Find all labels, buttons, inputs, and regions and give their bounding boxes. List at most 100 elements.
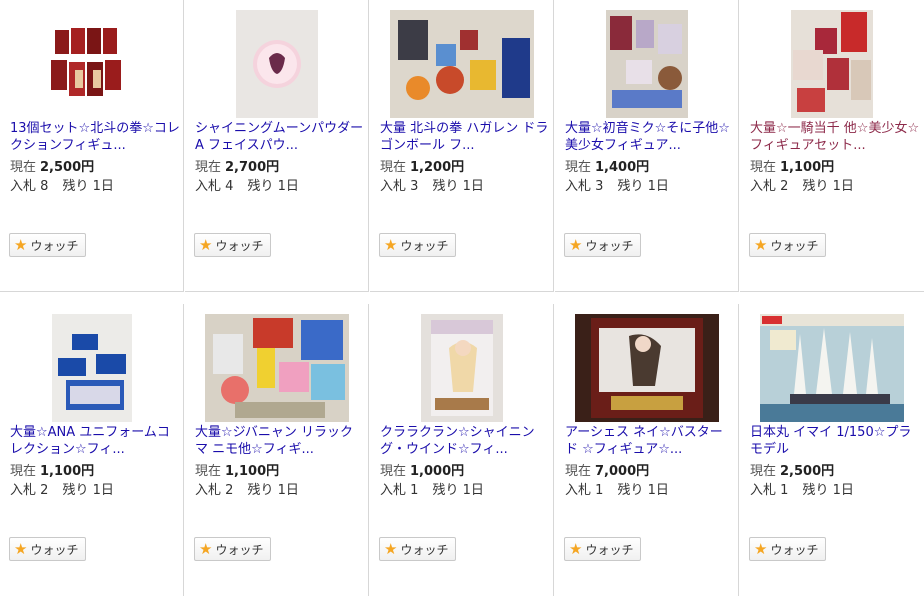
item-title-link[interactable]: 大量☆初音ミク☆そに子他☆美少女フィギュア... xyxy=(565,120,735,154)
item-photo-compact-powder xyxy=(236,10,318,118)
item-photo-figure-boxes xyxy=(49,10,135,118)
bids-label: 入札 xyxy=(565,483,592,498)
bid-count: 1 xyxy=(410,483,419,498)
bids-label: 入札 xyxy=(380,179,407,194)
item-photo-uniform-collection xyxy=(52,314,132,422)
bid-info-row: 入札 8 残り 1日 xyxy=(10,175,114,194)
current-price-label: 現在 xyxy=(195,160,222,175)
watch-label: ウォッチ xyxy=(215,238,264,253)
bid-count: 1 xyxy=(595,483,604,498)
watch-button[interactable]: ★ ウォッチ xyxy=(749,537,827,561)
item-title-link[interactable]: 日本丸 イマイ 1/150☆プラモデル xyxy=(750,424,920,458)
item-thumbnail[interactable] xyxy=(49,10,135,118)
bid-count: 2 xyxy=(225,483,234,498)
remaining-label: 残り xyxy=(802,483,829,498)
current-price: 2,500円 xyxy=(40,160,95,175)
remaining-time: 1日 xyxy=(92,483,114,498)
current-price-label: 現在 xyxy=(10,160,37,175)
current-price-label: 現在 xyxy=(565,464,592,479)
watch-label: ウォッチ xyxy=(585,542,634,557)
item-title-link[interactable]: アーシェス ネイ☆バスタード ☆フィギュア☆... xyxy=(565,424,735,458)
watch-button[interactable]: ★ ウォッチ xyxy=(9,233,87,257)
watch-button[interactable]: ★ ウォッチ xyxy=(194,537,272,561)
item-title-link[interactable]: シャイニングムーンパウダーA フェイスパウ... xyxy=(195,120,365,154)
bid-info-row: 入札 4 残り 1日 xyxy=(195,175,299,194)
item-photo-figure-box xyxy=(421,314,503,422)
item-title-link[interactable]: 大量☆ジバニャン リラックマ ニモ他☆フィギ... xyxy=(195,424,365,458)
price-row: 現在 1,000円 xyxy=(380,460,464,479)
item-card: シャイニングムーンパウダーA フェイスパウ... 現在 2,700円 入札 4 残り… xyxy=(185,0,369,292)
watch-label: ウォッチ xyxy=(585,238,634,253)
item-title-link[interactable]: 大量☆一騎当千 他☆美少女☆フィギュアセット... xyxy=(750,120,920,154)
item-card: 13個セット☆北斗の拳☆コレクションフィギュ... 現在 2,500円 入札 8残… xyxy=(0,0,184,292)
bid-info-row: 入札 1 残り 1日 xyxy=(565,479,669,498)
price-row: 現在 1,400円 xyxy=(565,156,649,175)
remaining-time: 1日 xyxy=(277,483,299,498)
item-card: 大量☆初音ミク☆そに子他☆美少女フィギュア... 現在 1,400円 入札 3 残り… xyxy=(555,0,739,292)
item-photo-figure-pile xyxy=(390,10,534,118)
current-price-label: 現在 xyxy=(565,160,592,175)
watch-label: ウォッチ xyxy=(770,542,819,557)
bids-label: 入札 xyxy=(10,179,37,194)
remaining-label: 残り xyxy=(432,179,459,194)
item-title-link[interactable]: 大量☆ANA ユニフォームコレクション☆フィ... xyxy=(10,424,180,458)
current-price: 1,200円 xyxy=(410,160,465,175)
watch-label: ウォッチ xyxy=(30,542,79,557)
bid-info-row: 入札 2 残り 1日 xyxy=(10,479,114,498)
item-thumbnail[interactable] xyxy=(791,10,873,118)
item-card: 大量☆ジバニャン リラックマ ニモ他☆フィギ... 現在 1,100円 入札 2残… xyxy=(185,304,369,596)
item-card: 大量☆一騎当千 他☆美少女☆フィギュアセット... 現在 1,100円 入札 2残… xyxy=(740,0,924,292)
bids-label: 入札 xyxy=(380,483,407,498)
item-title-link[interactable]: 大量 北斗の拳 ハガレン ドラゴンボール フ... xyxy=(380,120,550,154)
bid-count: 3 xyxy=(410,179,419,194)
item-card: アーシェス ネイ☆バスタード ☆フィギュア☆... 現在 7,000円 入札 1残… xyxy=(555,304,739,596)
watch-button[interactable]: ★ ウォッチ xyxy=(379,537,457,561)
watch-button[interactable]: ★ ウォッチ xyxy=(9,537,87,561)
remaining-time: 1日 xyxy=(462,483,484,498)
watch-button[interactable]: ★ ウォッチ xyxy=(749,233,827,257)
watch-label: ウォッチ xyxy=(770,238,819,253)
current-price: 1,100円 xyxy=(225,464,280,479)
item-thumbnail[interactable] xyxy=(606,10,688,118)
price-row: 現在 7,000円 xyxy=(565,460,649,479)
price-row: 現在 1,100円 xyxy=(750,156,834,175)
item-thumbnail[interactable] xyxy=(421,314,503,422)
current-price-label: 現在 xyxy=(195,464,222,479)
price-row: 現在 1,100円 xyxy=(10,460,94,479)
remaining-label: 残り xyxy=(617,483,644,498)
remaining-label: 残り xyxy=(247,483,274,498)
bid-info-row: 入札 1 残り 1日 xyxy=(380,479,484,498)
item-thumbnail[interactable] xyxy=(52,314,132,422)
bid-info-row: 入札 3 残り 1日 xyxy=(565,175,669,194)
watch-button[interactable]: ★ ウォッチ xyxy=(564,537,642,561)
watch-button[interactable]: ★ ウォッチ xyxy=(194,233,272,257)
current-price: 2,500円 xyxy=(780,464,835,479)
watch-button[interactable]: ★ ウォッチ xyxy=(379,233,457,257)
remaining-label: 残り xyxy=(802,179,829,194)
watch-button[interactable]: ★ ウォッチ xyxy=(564,233,642,257)
item-thumbnail[interactable] xyxy=(236,10,318,118)
item-thumbnail[interactable] xyxy=(575,314,719,422)
auction-item-grid: 13個セット☆北斗の拳☆コレクションフィギュ... 現在 2,500円 入札 8残… xyxy=(0,0,924,597)
bids-label: 入札 xyxy=(750,483,777,498)
remaining-time: 1日 xyxy=(462,179,484,194)
item-thumbnail[interactable] xyxy=(760,314,904,422)
star-icon: ★ xyxy=(754,235,768,254)
watch-label: ウォッチ xyxy=(400,238,449,253)
bid-info-row: 入札 3 残り 1日 xyxy=(380,175,484,194)
current-price-label: 現在 xyxy=(380,464,407,479)
watch-label: ウォッチ xyxy=(30,238,79,253)
watch-label: ウォッチ xyxy=(400,542,449,557)
item-title-link[interactable]: 13個セット☆北斗の拳☆コレクションフィギュ... xyxy=(10,120,180,154)
price-row: 現在 2,700円 xyxy=(195,156,279,175)
remaining-label: 残り xyxy=(617,179,644,194)
item-thumbnail[interactable] xyxy=(205,314,349,422)
item-card: 日本丸 イマイ 1/150☆プラモデル 現在 2,500円 入札 1 残り 1日 ★… xyxy=(740,304,924,596)
current-price-label: 現在 xyxy=(380,160,407,175)
remaining-time: 1日 xyxy=(92,179,114,194)
bid-count: 4 xyxy=(225,179,234,194)
item-title-link[interactable]: クララクラン☆シャイニング・ウインド☆フィ... xyxy=(380,424,550,458)
item-thumbnail[interactable] xyxy=(390,10,534,118)
price-row: 現在 2,500円 xyxy=(10,156,94,175)
bids-label: 入札 xyxy=(10,483,37,498)
